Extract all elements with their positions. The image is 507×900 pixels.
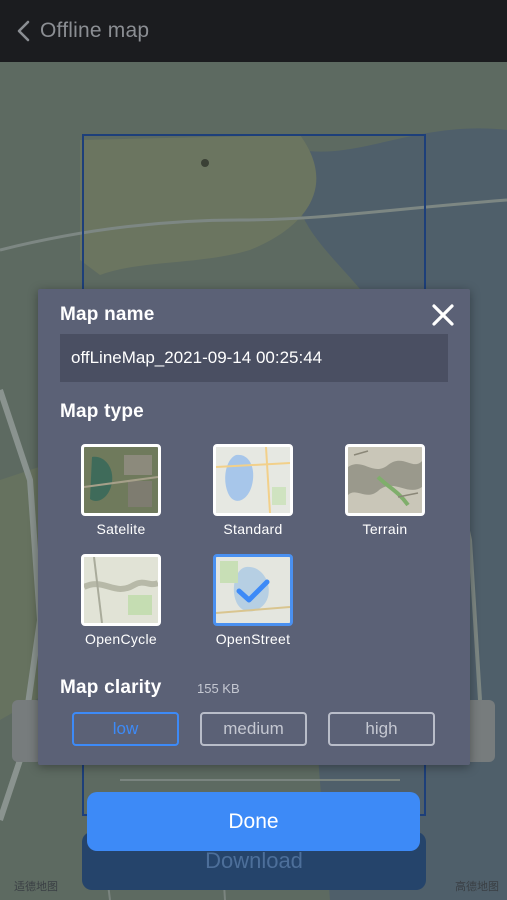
map-clarity-label: Map clarity xyxy=(60,677,162,698)
map-attribution: 高德地图 xyxy=(455,881,499,893)
map-type-satellite[interactable]: Satelite xyxy=(60,444,170,540)
map-type-openstreet[interactable]: OpenStreet xyxy=(192,554,302,650)
header-bar: Offline map xyxy=(0,0,507,62)
map-type-label: OpenStreet xyxy=(215,631,291,647)
map-type-standard[interactable]: Standard xyxy=(192,444,302,540)
map-name-label: Map name xyxy=(60,304,155,325)
done-button[interactable]: Done xyxy=(87,792,420,851)
satellite-thumbnail xyxy=(81,444,161,516)
map-size-value: 155 KB xyxy=(197,681,240,696)
page-title: Offline map xyxy=(40,19,150,42)
map-attribution-left: 适德地图 xyxy=(14,881,58,893)
map-type-label: OpenCycle xyxy=(85,631,157,647)
map-type-opencycle[interactable]: OpenCycle xyxy=(60,554,170,650)
map-type-label: Satelite xyxy=(96,521,146,537)
opencycle-thumbnail xyxy=(81,554,161,626)
map-type-terrain[interactable]: Terrain xyxy=(324,444,434,540)
map-type-label: Map type xyxy=(60,401,144,422)
terrain-thumbnail xyxy=(345,444,425,516)
openstreet-thumbnail xyxy=(213,554,293,626)
clarity-medium-button[interactable]: medium xyxy=(200,712,307,746)
map-name-input[interactable] xyxy=(60,334,448,382)
close-icon[interactable] xyxy=(427,299,459,331)
clarity-high-button[interactable]: high xyxy=(328,712,435,746)
clarity-low-button[interactable]: low xyxy=(72,712,179,746)
checkmark-icon xyxy=(235,577,271,605)
standard-thumbnail xyxy=(213,444,293,516)
chevron-left-icon[interactable] xyxy=(6,11,40,51)
map-type-label: Standard xyxy=(223,521,283,537)
offline-map-dialog: Map name Map type Satelite xyxy=(38,289,470,765)
map-type-label: Terrain xyxy=(362,521,408,537)
